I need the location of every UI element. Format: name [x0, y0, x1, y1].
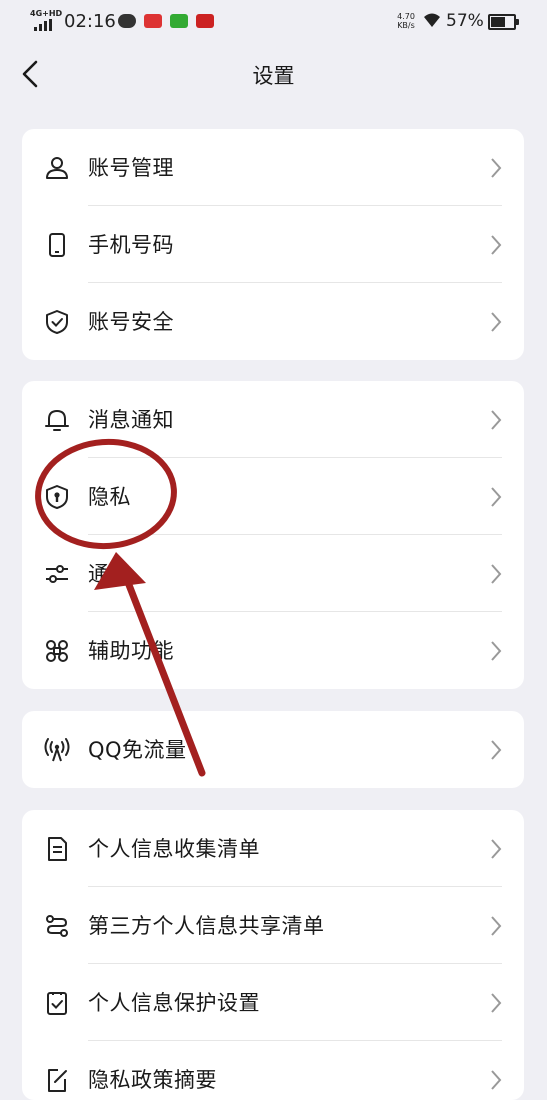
clock: 02:16: [64, 11, 116, 32]
chevron-right-icon: [491, 410, 502, 430]
chevron-right-icon: [491, 158, 502, 178]
status-bar: 4G+HD 02:16 4.70 KB/s 57%: [0, 0, 547, 42]
settings-group-data-plan: QQ免流量: [22, 711, 524, 788]
page-title: 设置: [252, 64, 295, 88]
settings-item-label: 第三方个人信息共享清单: [88, 914, 325, 938]
chevron-right-icon: [491, 312, 502, 332]
settings-item-privacy[interactable]: 隐私: [22, 458, 524, 535]
chevron-right-icon: [491, 487, 502, 507]
sliders-icon: [46, 565, 68, 583]
settings-item-label: 消息通知: [88, 408, 174, 432]
settings-group-account: 账号管理 手机号码 账号安全: [22, 129, 524, 360]
settings-item-label: 隐私: [88, 485, 131, 509]
settings-item-account-management[interactable]: 账号管理: [22, 129, 524, 206]
settings-item-label: 账号安全: [88, 310, 174, 334]
person-icon: [46, 157, 68, 179]
document-list-icon: [48, 837, 67, 861]
settings-item-info-protection-settings[interactable]: 个人信息保护设置: [22, 964, 524, 1041]
nav-bar: 设置: [0, 48, 547, 100]
app-notification-icon: [196, 14, 214, 28]
settings-item-phone-number[interactable]: 手机号码: [22, 206, 524, 283]
settings-item-label: 个人信息收集清单: [88, 837, 260, 861]
app-notification-icon: [170, 14, 188, 28]
settings-item-general[interactable]: 通用: [22, 535, 524, 612]
phone-icon: [49, 233, 65, 257]
chevron-right-icon: [491, 641, 502, 661]
settings-item-privacy-policy-summary[interactable]: 隐私政策摘要: [22, 1041, 524, 1100]
chevron-right-icon: [491, 740, 502, 760]
chevron-right-icon: [491, 839, 502, 859]
settings-item-account-security[interactable]: 账号安全: [22, 283, 524, 360]
chevron-right-icon: [491, 564, 502, 584]
settings-item-label: 手机号码: [88, 233, 174, 257]
settings-item-free-data[interactable]: QQ免流量: [22, 711, 524, 788]
chevron-right-icon: [491, 916, 502, 936]
settings-item-label: 个人信息保护设置: [88, 991, 260, 1015]
settings-item-label: QQ免流量: [88, 738, 187, 762]
network-speed: 4.70 KB/s: [397, 12, 415, 30]
cloud-icon: [118, 14, 136, 28]
settings-item-info-collection-list[interactable]: 个人信息收集清单: [22, 810, 524, 887]
share-flow-icon: [46, 915, 68, 937]
app-notification-icon: [144, 14, 162, 28]
settings-item-label: 通用: [88, 562, 131, 586]
signal-tower-icon: [44, 738, 70, 762]
shield-check-icon: [46, 310, 68, 334]
settings-item-accessibility[interactable]: 辅助功能: [22, 612, 524, 689]
bell-icon: [45, 410, 69, 431]
checkbox-doc-icon: [47, 992, 67, 1015]
chevron-right-icon: [491, 1070, 502, 1090]
settings-item-notifications[interactable]: 消息通知: [22, 381, 524, 458]
wifi-icon: [424, 13, 440, 27]
signal-icon: [34, 19, 58, 31]
edit-doc-icon: [48, 1069, 67, 1092]
chevron-right-icon: [491, 235, 502, 255]
battery-icon: [488, 14, 519, 30]
settings-group-personal-info: 个人信息收集清单 第三方个人信息共享清单 个人信息保护设置 隐私政策摘要: [22, 810, 524, 1100]
network-type: 4G+HD: [30, 9, 63, 18]
command-icon: [46, 640, 68, 662]
settings-item-label: 辅助功能: [88, 639, 174, 663]
settings-item-label: 隐私政策摘要: [88, 1068, 217, 1092]
privacy-shield-icon: [46, 485, 68, 509]
settings-item-label: 账号管理: [88, 156, 174, 180]
settings-group-general: 消息通知 隐私 通用 辅助功能: [22, 381, 524, 689]
chevron-right-icon: [491, 993, 502, 1013]
battery-percent: 57%: [446, 11, 484, 31]
settings-item-third-party-sharing-list[interactable]: 第三方个人信息共享清单: [22, 887, 524, 964]
notification-icons: [118, 14, 214, 28]
